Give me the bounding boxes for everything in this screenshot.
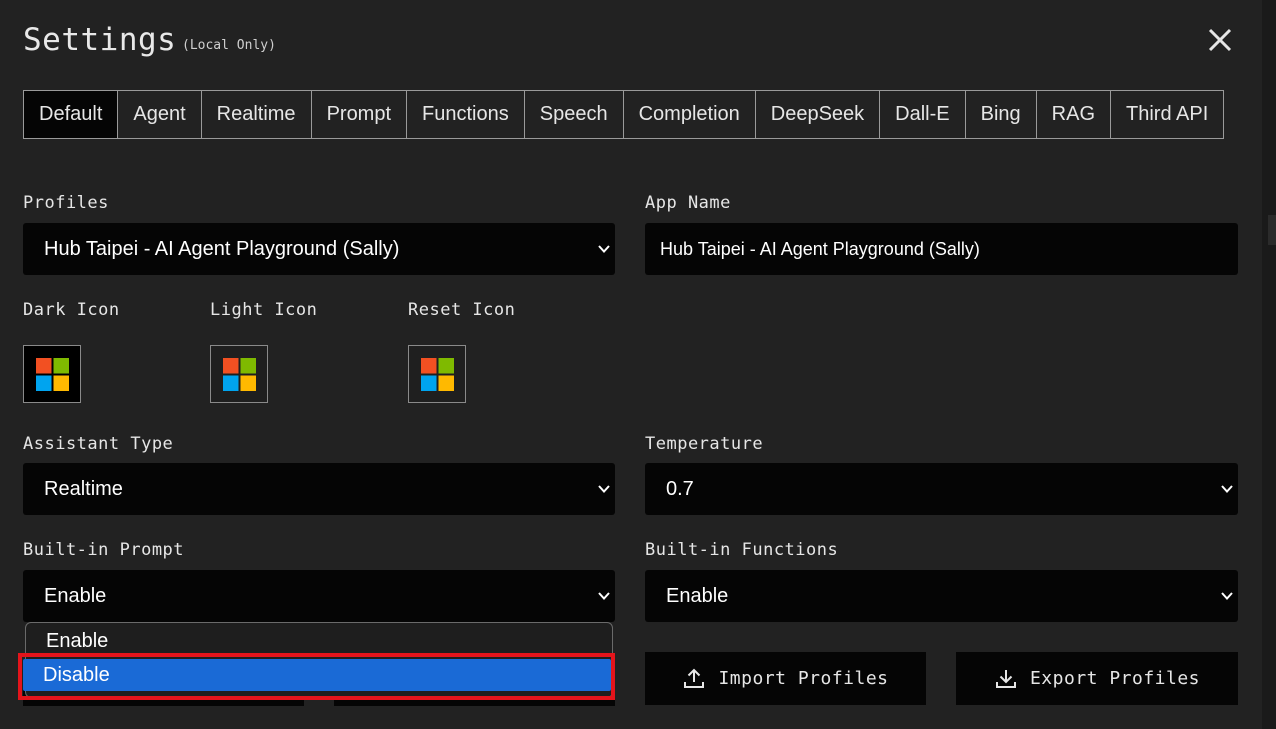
profiles-value: Hub Taipei - AI Agent Playground (Sally) [44, 238, 400, 260]
import-profiles-label: Import Profiles [718, 668, 889, 689]
export-profiles-button[interactable]: Export Profiles [956, 652, 1238, 705]
scrollbar-area[interactable] [1262, 0, 1276, 729]
tab-third-api[interactable]: Third API [1110, 91, 1223, 138]
light-icon-button[interactable] [210, 345, 268, 403]
tab-rag[interactable]: RAG [1035, 91, 1110, 138]
app-name-input[interactable]: Hub Taipei - AI Agent Playground (Sally) [645, 223, 1238, 275]
profiles-label: Profiles [23, 193, 109, 213]
reset-icon-label: Reset Icon [408, 300, 516, 320]
app-name-label: App Name [645, 193, 731, 213]
tab-bing[interactable]: Bing [964, 91, 1036, 138]
dropdown-option-enable[interactable]: Enable [26, 625, 612, 657]
builtin-prompt-value: Enable [44, 585, 107, 607]
microsoft-logo-icon [421, 358, 454, 391]
chevron-down-icon [598, 485, 610, 493]
close-icon[interactable] [1204, 24, 1236, 56]
builtin-functions-select[interactable]: Enable [645, 570, 1238, 622]
dark-icon-label: Dark Icon [23, 300, 120, 320]
tab-deepseek[interactable]: DeepSeek [754, 91, 879, 138]
tab-default[interactable]: Default [24, 91, 118, 138]
reset-icon-button[interactable] [408, 345, 466, 403]
page-subtitle: (Local Only) [182, 38, 276, 53]
builtin-prompt-select[interactable]: Enable [23, 570, 615, 622]
tab-completion[interactable]: Completion [622, 91, 755, 138]
chevron-down-icon [1221, 485, 1233, 493]
assistant-type-select[interactable]: Realtime [23, 463, 615, 515]
microsoft-logo-icon [223, 358, 256, 391]
settings-tabs: Default Agent Realtime Prompt Functions … [23, 90, 1225, 139]
tab-functions[interactable]: Functions [406, 91, 524, 138]
tab-prompt[interactable]: Prompt [310, 91, 406, 138]
assistant-type-label: Assistant Type [23, 434, 174, 454]
profiles-select[interactable]: Hub Taipei - AI Agent Playground (Sally) [23, 223, 615, 275]
builtin-functions-label: Built-in Functions [645, 540, 839, 560]
light-icon-label: Light Icon [210, 300, 318, 320]
microsoft-logo-icon [36, 358, 69, 391]
tab-speech[interactable]: Speech [523, 91, 623, 138]
chevron-down-icon [1221, 592, 1233, 600]
tab-realtime[interactable]: Realtime [200, 91, 311, 138]
builtin-prompt-label: Built-in Prompt [23, 540, 185, 560]
page-title: Settings [23, 22, 177, 58]
import-profiles-button[interactable]: Import Profiles [645, 652, 926, 705]
tab-agent[interactable]: Agent [117, 91, 200, 138]
download-icon [995, 669, 1016, 688]
dark-icon-button[interactable] [23, 345, 81, 403]
temperature-value: 0.7 [666, 478, 694, 500]
temperature-select[interactable]: 0.7 [645, 463, 1238, 515]
chevron-down-icon [598, 245, 610, 253]
scrollbar-thumb[interactable] [1268, 215, 1276, 245]
tab-dall-e[interactable]: Dall-E [879, 91, 964, 138]
chevron-down-icon [598, 592, 610, 600]
builtin-prompt-dropdown: Enable Disable [23, 622, 613, 698]
upload-icon [684, 668, 705, 688]
export-profiles-label: Export Profiles [1029, 668, 1201, 689]
dropdown-option-disable[interactable]: Disable [23, 659, 611, 691]
builtin-functions-value: Enable [666, 585, 729, 607]
assistant-type-value: Realtime [44, 478, 123, 500]
temperature-label: Temperature [645, 434, 764, 454]
